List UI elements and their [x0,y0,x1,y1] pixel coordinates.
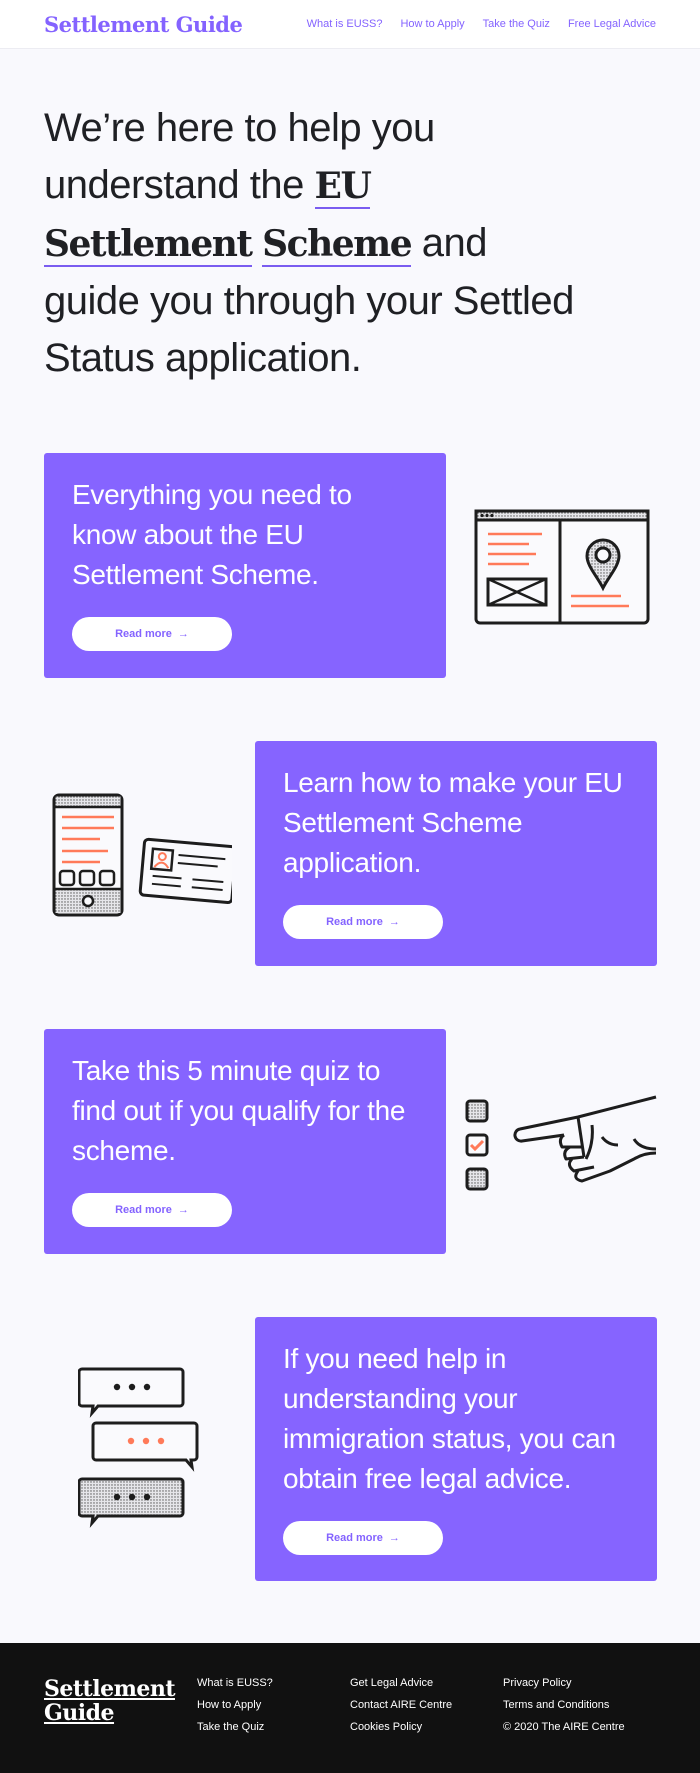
feature-card: If you need help in understanding your i… [255,1317,657,1581]
site-footer: Settlement Guide What is EUSS? How to App… [0,1643,700,1773]
footer-link-terms-and-conditions[interactable]: Terms and Conditions [503,1699,656,1712]
footer-link-cookies-policy[interactable]: Cookies Policy [350,1721,503,1734]
hero-emphasis-eu: EU [314,165,372,209]
chat-bubbles-icon [78,1367,199,1528]
hero: We’re here to help you understand the EU… [0,49,700,387]
footer-logo[interactable]: Settlement Guide [44,1677,197,1773]
feature-card: Everything you need to know about the EU… [44,453,446,678]
footer-link-what-is-euss[interactable]: What is EUSS? [197,1677,350,1690]
footer-link-take-the-quiz[interactable]: Take the Quiz [197,1721,350,1734]
footer-column-1: What is EUSS? How to Apply Take the Quiz [197,1677,350,1773]
footer-link-get-legal-advice[interactable]: Get Legal Advice [350,1677,503,1690]
copyright-text: © 2020 The AIRE Centre [503,1721,625,1733]
arrow-right-icon: → [177,1204,189,1216]
footer-link-contact-aire-centre[interactable]: Contact AIRE Centre [350,1699,503,1712]
phone-id-card-icon [52,793,232,917]
footer-logo-line1: Settlement [44,1676,176,1702]
browser-map-icon [474,509,650,625]
footer-column-3: Privacy Policy Terms and Conditions © 20… [503,1677,656,1773]
nav-how-to-apply[interactable]: How to Apply [400,18,464,30]
footer-logo-line2: Guide [44,1700,115,1726]
nav-what-is-euss[interactable]: What is EUSS? [307,18,383,30]
hero-heading: We’re here to help you understand the EU… [44,100,584,387]
footer-link-how-to-apply[interactable]: How to Apply [197,1699,350,1712]
hero-emphasis-scheme: Scheme [262,223,413,267]
feature-card-text: Take this 5 minute quiz to find out if y… [72,1055,406,1166]
read-more-button[interactable]: Read more → [283,1521,443,1555]
arrow-right-icon: → [388,916,400,928]
arrow-right-icon: → [177,628,189,640]
read-more-button[interactable]: Read more → [283,905,443,939]
arrow-right-icon: → [388,1532,400,1544]
checklist-pointing-hand-icon [465,1095,657,1191]
read-more-label: Read more [326,1532,383,1544]
site-header: Settlement Guide What is EUSS? How to Ap… [0,0,700,49]
read-more-label: Read more [326,916,383,928]
footer-column-2: Get Legal Advice Contact AIRE Centre Coo… [350,1677,503,1773]
read-more-label: Read more [115,1204,172,1216]
feature-legal-advice: If you need help in understanding your i… [0,1317,700,1642]
footer-link-privacy-policy[interactable]: Privacy Policy [503,1677,656,1690]
feature-sections: Everything you need to know about the EU… [0,387,700,1642]
read-more-button[interactable]: Read more → [72,617,232,651]
feature-euss-info: Everything you need to know about the EU… [0,453,700,741]
hero-emphasis-settlement: Settlement [44,223,253,267]
feature-card-text: Learn how to make your EU Settlement Sch… [283,767,623,878]
feature-quiz: Take this 5 minute quiz to find out if y… [0,1029,700,1317]
feature-card: Take this 5 minute quiz to find out if y… [44,1029,446,1254]
site-logo[interactable]: Settlement Guide [44,12,243,37]
hero-text-1: We’re here to help you understand the [44,106,435,207]
main-nav: What is EUSS? How to Apply Take the Quiz… [307,18,656,30]
nav-free-legal-advice[interactable]: Free Legal Advice [568,18,656,30]
nav-take-the-quiz[interactable]: Take the Quiz [483,18,550,30]
read-more-button[interactable]: Read more → [72,1193,232,1227]
feature-card: Learn how to make your EU Settlement Sch… [255,741,657,966]
feature-card-text: If you need help in understanding your i… [283,1343,616,1494]
feature-card-text: Everything you need to know about the EU… [72,479,352,590]
read-more-label: Read more [115,628,172,640]
feature-how-to-apply: Learn how to make your EU Settlement Sch… [0,741,700,1029]
